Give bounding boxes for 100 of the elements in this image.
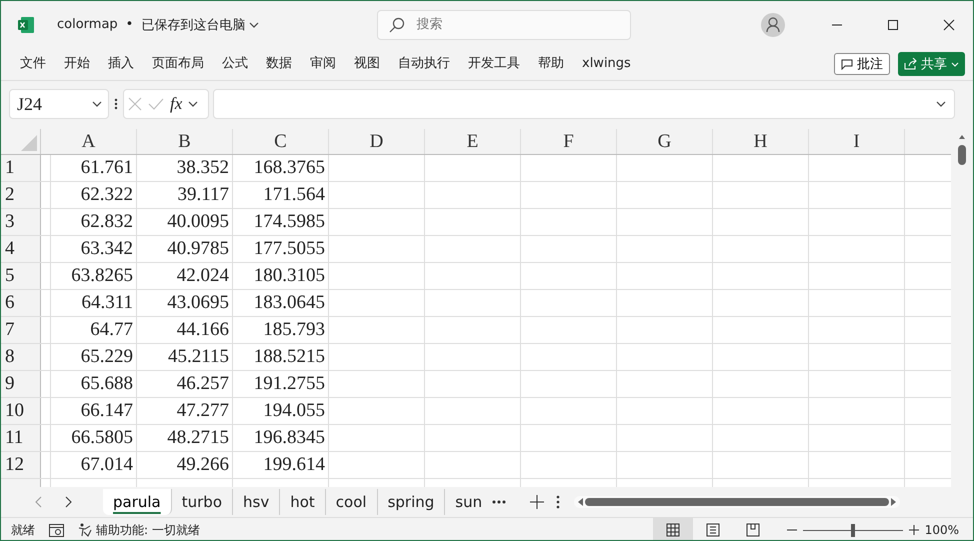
- table-cell-text: 66.147: [80, 399, 134, 423]
- macro-recording-icon[interactable]: [49, 524, 64, 536]
- comment-icon: [841, 58, 853, 70]
- sheet-tab[interactable]: parula: [103, 489, 172, 515]
- accessibility-status[interactable]: 辅助功能: 一切就绪: [96, 522, 200, 538]
- column-header[interactable]: G: [617, 129, 713, 154]
- table-cell-text: 65.229: [80, 345, 134, 369]
- row-header[interactable]: 7: [1, 317, 41, 344]
- column-header[interactable]: C: [233, 129, 329, 154]
- sheet-tab[interactable]: sun: [445, 489, 488, 515]
- column-header[interactable]: F: [521, 129, 617, 154]
- scrollbar[interactable]: [958, 133, 966, 167]
- zoom-in-icon[interactable]: [908, 525, 919, 535]
- ribbon-tab[interactable]: 开始: [55, 54, 99, 74]
- name-box[interactable]: J24: [9, 89, 109, 119]
- table-cell-text: 199.614: [262, 453, 326, 477]
- row-header[interactable]: 6: [1, 290, 41, 317]
- table-cell-text: 196.8345: [252, 426, 326, 450]
- formula-field[interactable]: [213, 89, 955, 119]
- table-cell-text: 171.564: [262, 183, 326, 207]
- ribbon-tab[interactable]: 视图: [345, 54, 389, 74]
- close-icon: [943, 18, 955, 30]
- column-header[interactable]: E: [425, 129, 521, 154]
- table-cell-text: 47.277: [176, 399, 230, 423]
- next-sheet-icon[interactable]: [64, 496, 72, 508]
- row-header[interactable]: 11: [1, 425, 41, 452]
- table-cell-text: 44.166: [176, 318, 230, 342]
- table-cell-text: 63.8265: [70, 264, 134, 288]
- table-cell-text: 174.5985: [252, 210, 326, 234]
- ribbon-tab[interactable]: 自动执行: [389, 54, 459, 74]
- chevron-down-icon: [188, 101, 198, 107]
- sheet-tab[interactable]: turbo: [172, 489, 234, 515]
- page-icon: [706, 523, 720, 537]
- ribbon-tab[interactable]: 开发工具: [459, 54, 529, 74]
- table-cell-text: 40.0095: [166, 210, 230, 234]
- column-header[interactable]: A: [41, 129, 137, 154]
- table-cell-text: 168.3765: [252, 156, 326, 180]
- search-field[interactable]: 搜索: [377, 10, 632, 40]
- save-status[interactable]: 已保存到这台电脑: [141, 16, 246, 34]
- ribbon-tab[interactable]: xlwings: [573, 56, 640, 72]
- ready-status: 就绪: [11, 522, 35, 538]
- search-icon: [389, 16, 406, 32]
- sheet-tab[interactable]: spring: [378, 489, 446, 515]
- check-icon[interactable]: [148, 98, 164, 110]
- ribbon-tab[interactable]: 页面布局: [143, 54, 213, 74]
- column-header[interactable]: I: [809, 129, 905, 154]
- table-cell-text: 66.5805: [70, 426, 134, 450]
- more-sheets-icon[interactable]: [492, 500, 506, 504]
- row-header[interactable]: 12: [1, 452, 41, 479]
- ribbon-tab[interactable]: 数据: [257, 54, 301, 74]
- sheet-tab[interactable]: hot: [280, 489, 326, 515]
- row-header[interactable]: 8: [1, 344, 41, 371]
- chevron-down-icon: [249, 22, 260, 28]
- table-cell-text: 63.342: [80, 237, 134, 261]
- account-avatar[interactable]: [761, 12, 785, 36]
- row-header[interactable]: 10: [1, 398, 41, 425]
- row-header[interactable]: 4: [1, 236, 41, 263]
- column-header[interactable]: D: [329, 129, 425, 154]
- row-header[interactable]: 5: [1, 263, 41, 290]
- table-cell-text: 67.014: [80, 453, 134, 477]
- table-cell-text: 45.2115: [166, 345, 230, 369]
- row-header[interactable]: 1: [1, 155, 41, 182]
- insert-function-button[interactable]: fx: [170, 94, 182, 114]
- ribbon-tab[interactable]: 公式: [213, 54, 257, 74]
- ribbon-tab[interactable]: 文件: [11, 54, 55, 74]
- row-header[interactable]: 9: [1, 371, 41, 398]
- share-button[interactable]: 共享: [898, 52, 965, 76]
- zoom-level[interactable]: 100%: [924, 523, 959, 537]
- table-cell-text: 64.311: [80, 291, 134, 315]
- table-cell-text: 39.117: [176, 183, 230, 207]
- table-cell-text: 65.688: [80, 372, 134, 396]
- table-cell-text: 61.761: [80, 156, 134, 180]
- sheet-tab[interactable]: hsv: [233, 489, 280, 515]
- sheet-tab[interactable]: cool: [326, 489, 378, 515]
- column-header[interactable]: B: [137, 129, 233, 154]
- table-cell-text: 183.0645: [252, 291, 326, 315]
- comments-button[interactable]: 批注: [834, 53, 890, 75]
- view-button[interactable]: [652, 518, 693, 540]
- scrollbar[interactable]: [574, 496, 900, 508]
- row-header[interactable]: 2: [1, 182, 41, 209]
- table-cell-text: 38.352: [176, 156, 230, 180]
- add-sheet-icon[interactable]: [530, 495, 544, 509]
- ribbon-tab[interactable]: 插入: [99, 54, 143, 74]
- table-cell-text: 188.5215: [252, 345, 326, 369]
- more-options-icon[interactable]: [556, 495, 560, 509]
- more-options-icon[interactable]: [113, 97, 119, 111]
- table-cell-text: 42.024: [176, 264, 230, 288]
- row-header[interactable]: 3: [1, 209, 41, 236]
- table-cell-text: 43.0695: [166, 291, 230, 315]
- column-header[interactable]: H: [713, 129, 809, 154]
- table-cell-text: 180.3105: [252, 264, 326, 288]
- share-icon: [904, 58, 917, 70]
- maximize-icon: [887, 18, 899, 30]
- ribbon-tab[interactable]: 审阅: [301, 54, 345, 74]
- previous-sheet-icon[interactable]: [34, 496, 42, 508]
- table-cell-text: 177.5055: [252, 237, 326, 261]
- caret-icon: [951, 62, 959, 66]
- ribbon-tab[interactable]: 帮助: [529, 54, 573, 74]
- table-cell-text: 48.2715: [166, 426, 230, 450]
- separator-dot: •: [126, 17, 134, 32]
